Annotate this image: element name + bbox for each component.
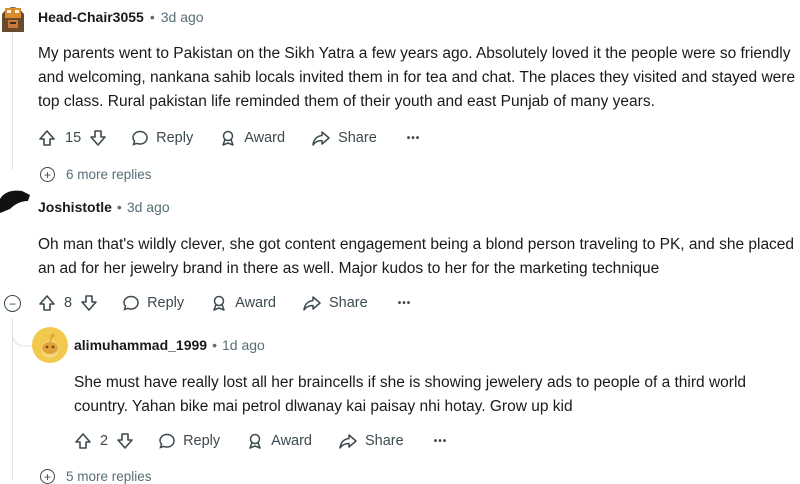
collapse-icon: − bbox=[4, 295, 21, 312]
comment-author[interactable]: alimuhammad_1999 bbox=[74, 337, 207, 353]
share-icon bbox=[303, 296, 321, 311]
more-options-button[interactable]: ••• bbox=[407, 133, 421, 144]
thread-connector bbox=[12, 318, 34, 347]
award-label: Award bbox=[271, 433, 312, 449]
upvote-button[interactable] bbox=[38, 129, 56, 147]
award-button[interactable]: Award bbox=[219, 129, 285, 147]
reply-button[interactable]: Reply bbox=[158, 432, 220, 450]
vote-count: 2 bbox=[100, 433, 109, 449]
comment-author[interactable]: Head-Chair3055 bbox=[38, 9, 144, 25]
collapse-button[interactable]: − bbox=[4, 295, 21, 312]
comment-timestamp[interactable]: 1d ago bbox=[222, 337, 265, 353]
meta-separator: • bbox=[149, 9, 155, 25]
downvote-button[interactable] bbox=[116, 432, 134, 450]
comment-actions: 15 Reply Award Share ••• bbox=[38, 125, 420, 151]
comment-body: Oh man that's wildly clever, she got con… bbox=[38, 236, 795, 277]
downvote-button[interactable] bbox=[89, 129, 107, 147]
avatar[interactable] bbox=[0, 187, 30, 213]
comment-timestamp[interactable]: 3d ago bbox=[127, 199, 170, 215]
award-button[interactable]: Award bbox=[246, 432, 312, 450]
vote-count: 8 bbox=[64, 295, 73, 311]
upvote-button[interactable] bbox=[74, 432, 92, 450]
downvote-icon bbox=[90, 130, 106, 146]
thread-line bbox=[12, 30, 13, 170]
share-button[interactable]: Share bbox=[302, 294, 368, 312]
meta-separator: • bbox=[116, 199, 122, 215]
reply-label: Reply bbox=[156, 130, 194, 146]
expand-icon: + bbox=[40, 469, 55, 484]
more-options-button[interactable]: ••• bbox=[398, 298, 412, 309]
award-icon bbox=[222, 130, 234, 146]
share-label: Share bbox=[338, 130, 377, 146]
upvote-icon bbox=[39, 130, 55, 146]
comment-author[interactable]: Joshistotle bbox=[38, 199, 112, 215]
comment-actions: 2 Reply Award Share ••• bbox=[74, 428, 447, 454]
reply-button[interactable]: Reply bbox=[122, 294, 184, 312]
share-icon bbox=[339, 434, 357, 449]
comment-actions: 8 Reply Award Share ••• bbox=[38, 290, 411, 316]
comment-timestamp[interactable]: 3d ago bbox=[161, 9, 204, 25]
expand-icon: + bbox=[40, 167, 55, 182]
award-label: Award bbox=[244, 130, 286, 146]
more-replies-link[interactable]: + 5 more replies bbox=[40, 469, 152, 484]
award-button[interactable]: Award bbox=[210, 294, 276, 312]
avatar[interactable] bbox=[0, 2, 26, 32]
award-icon bbox=[249, 433, 261, 449]
comment-body: She must have really lost all her brainc… bbox=[74, 374, 747, 415]
reply-icon bbox=[123, 295, 139, 311]
downvote-icon bbox=[81, 295, 97, 311]
downvote-icon bbox=[117, 433, 133, 449]
reply-label: Reply bbox=[183, 433, 221, 449]
meta-separator: • bbox=[212, 337, 217, 353]
reply-button[interactable]: Reply bbox=[131, 129, 193, 147]
reply-icon bbox=[132, 130, 148, 146]
share-button[interactable]: Share bbox=[338, 432, 404, 450]
share-icon bbox=[312, 131, 330, 146]
vote-count: 15 bbox=[65, 130, 82, 146]
avatar[interactable] bbox=[32, 327, 68, 363]
share-button[interactable]: Share bbox=[311, 129, 377, 147]
upvote-button[interactable] bbox=[38, 294, 56, 312]
more-replies-label: 5 more replies bbox=[66, 469, 152, 484]
reply-icon bbox=[159, 433, 175, 449]
more-replies-label: 6 more replies bbox=[66, 167, 152, 182]
reply-label: Reply bbox=[147, 295, 185, 311]
award-icon bbox=[213, 295, 225, 311]
downvote-button[interactable] bbox=[80, 294, 98, 312]
more-options-button[interactable]: ••• bbox=[434, 436, 448, 447]
award-label: Award bbox=[235, 295, 276, 311]
share-label: Share bbox=[329, 295, 368, 311]
more-replies-link[interactable]: + 6 more replies bbox=[40, 167, 152, 182]
comment-body: My parents went to Pakistan on the Sikh … bbox=[38, 45, 796, 110]
share-label: Share bbox=[365, 433, 404, 449]
upvote-icon bbox=[39, 295, 55, 311]
upvote-icon bbox=[75, 433, 91, 449]
